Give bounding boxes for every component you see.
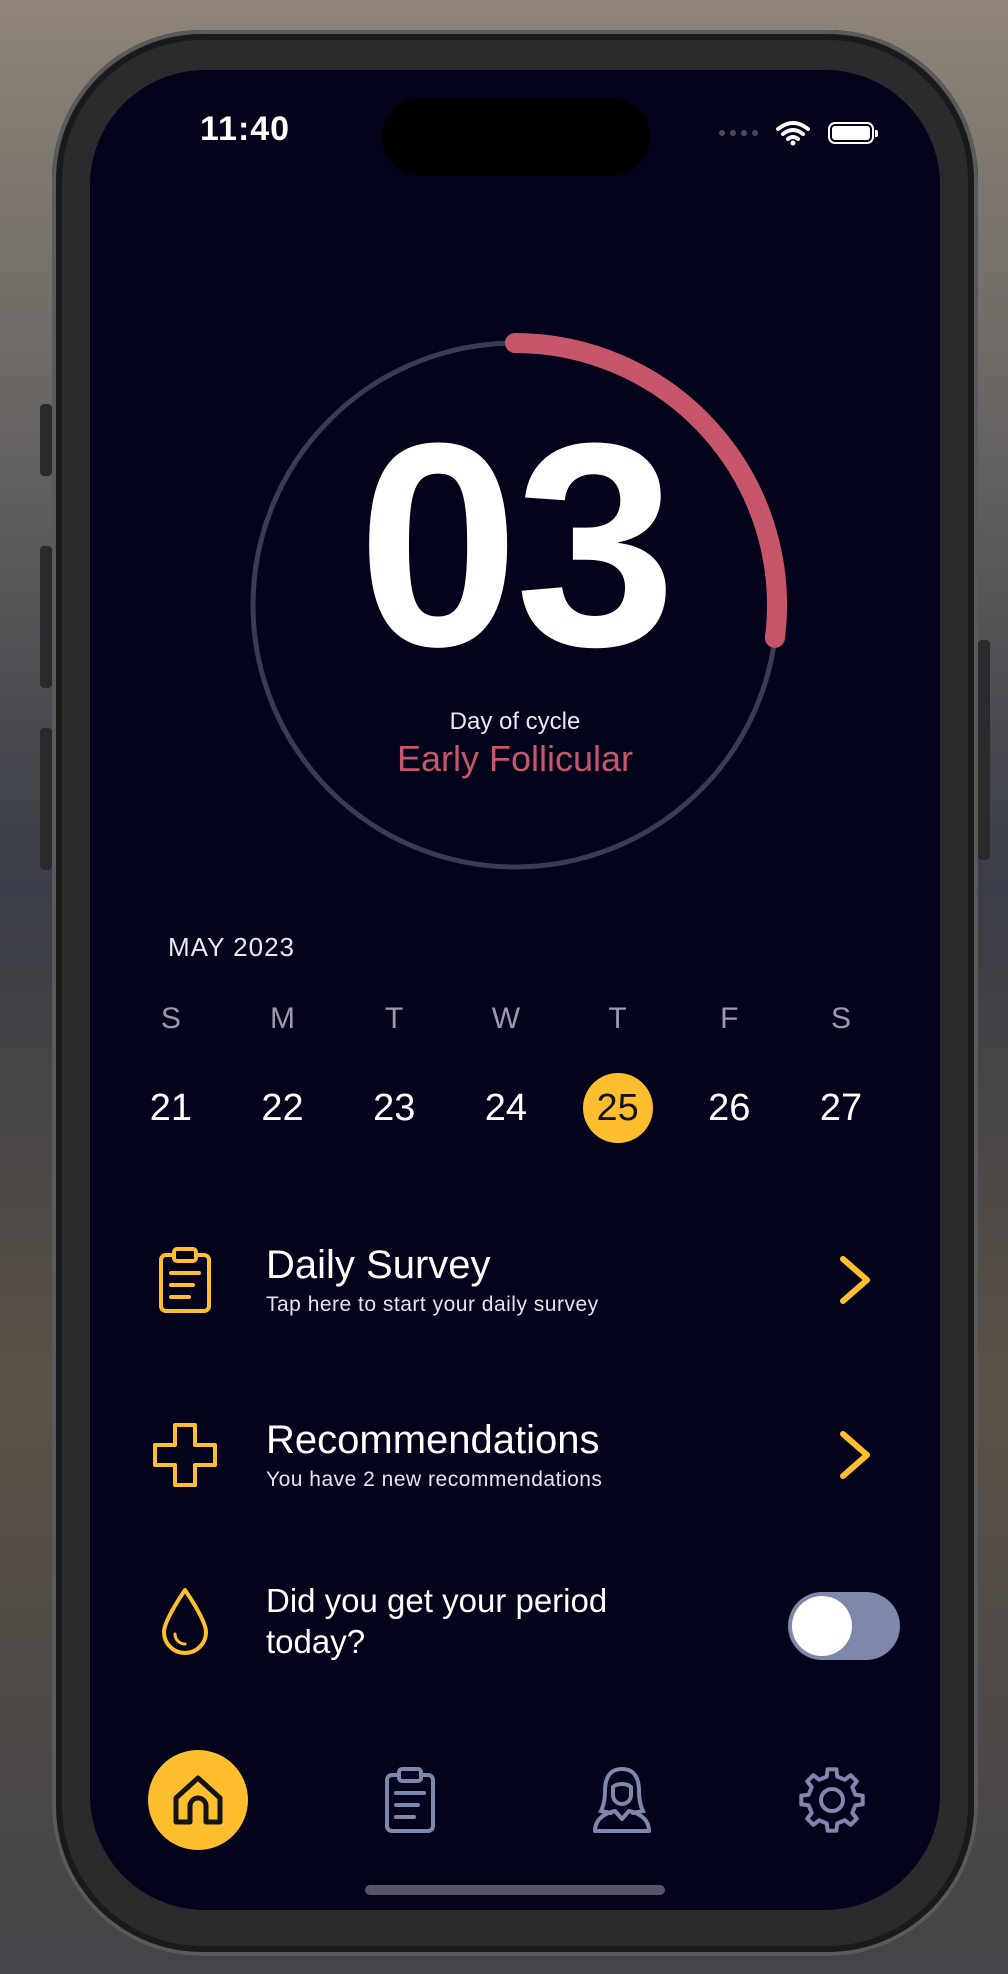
daily-survey-row[interactable]: Daily Survey Tap here to start your dail… (150, 1240, 880, 1320)
calendar-date[interactable]: 21 (115, 1072, 227, 1144)
gear-outline (799, 1767, 865, 1833)
recommendations-row[interactable]: Recommendations You have 2 new recommend… (150, 1415, 880, 1495)
daily-survey-title: Daily Survey (266, 1243, 491, 1287)
calendar-month: MAY 2023 (168, 932, 296, 962)
status-indicators (719, 120, 878, 146)
calendar-date[interactable]: 27 (785, 1072, 897, 1144)
tab-settings[interactable] (782, 1750, 882, 1850)
weekday-label: F (720, 1002, 739, 1035)
toggle-knob (792, 1596, 852, 1656)
weekday-label: M (270, 1002, 296, 1035)
medical-cross-icon (150, 1415, 220, 1495)
weekday-label: T (608, 1002, 627, 1035)
daily-survey-subtitle: Tap here to start your daily survey (266, 1293, 599, 1316)
tab-home[interactable] (148, 1750, 248, 1850)
calendar-date-selected[interactable]: 25 (562, 1072, 674, 1144)
cycle-phase-label: Early Follicular (396, 738, 634, 779)
calendar-date[interactable]: 26 (673, 1072, 785, 1144)
gear-icon (799, 1767, 865, 1833)
weekday-label: T (385, 1002, 404, 1035)
app-screen: 11:40 03 Day of cycle Early Follicular M… (90, 70, 940, 1910)
tab-profile[interactable] (572, 1750, 672, 1850)
chevron-right-icon (830, 1425, 880, 1485)
clipboard-icon (150, 1240, 220, 1320)
weekday-label: W (491, 1002, 521, 1035)
period-toggle[interactable] (788, 1592, 900, 1660)
volume-up-button (40, 546, 52, 688)
action-button (40, 404, 52, 476)
home-indicator (365, 1885, 665, 1895)
power-button (978, 640, 990, 860)
recommendations-subtitle: You have 2 new recommendations (266, 1468, 603, 1491)
calendar-date[interactable]: 22 (227, 1072, 339, 1144)
home-icon (173, 1775, 223, 1825)
volume-down-button (40, 728, 52, 870)
tab-survey[interactable] (360, 1750, 460, 1850)
cycle-ring: 03 Day of cycle Early Follicular (240, 330, 790, 880)
calendar-date[interactable]: 23 (338, 1072, 450, 1144)
clipboard-icon (385, 1767, 435, 1833)
woman-icon (593, 1767, 651, 1833)
drop-icon (150, 1581, 220, 1661)
chevron-right-icon (830, 1250, 880, 1310)
cycle-day-number: 03 (357, 383, 677, 707)
recommendations-title: Recommendations (266, 1418, 600, 1462)
dynamic-island (382, 98, 650, 176)
tab-bar (90, 1750, 940, 1890)
wifi-icon (776, 121, 810, 146)
weekday-label: S (160, 1002, 181, 1035)
cellular-signal-icon (719, 130, 758, 136)
calendar-date[interactable]: 24 (450, 1072, 562, 1144)
cycle-day-label: Day of cycle (449, 708, 581, 735)
weekday-header: S M T W T F S (115, 1002, 897, 1036)
week-dates: 21 22 23 24 25 26 27 (115, 1072, 897, 1144)
weekday-label: S (830, 1002, 851, 1035)
period-row: Did you get your period today? (150, 1580, 900, 1663)
status-time: 11:40 (200, 110, 291, 148)
battery-icon (828, 122, 878, 144)
